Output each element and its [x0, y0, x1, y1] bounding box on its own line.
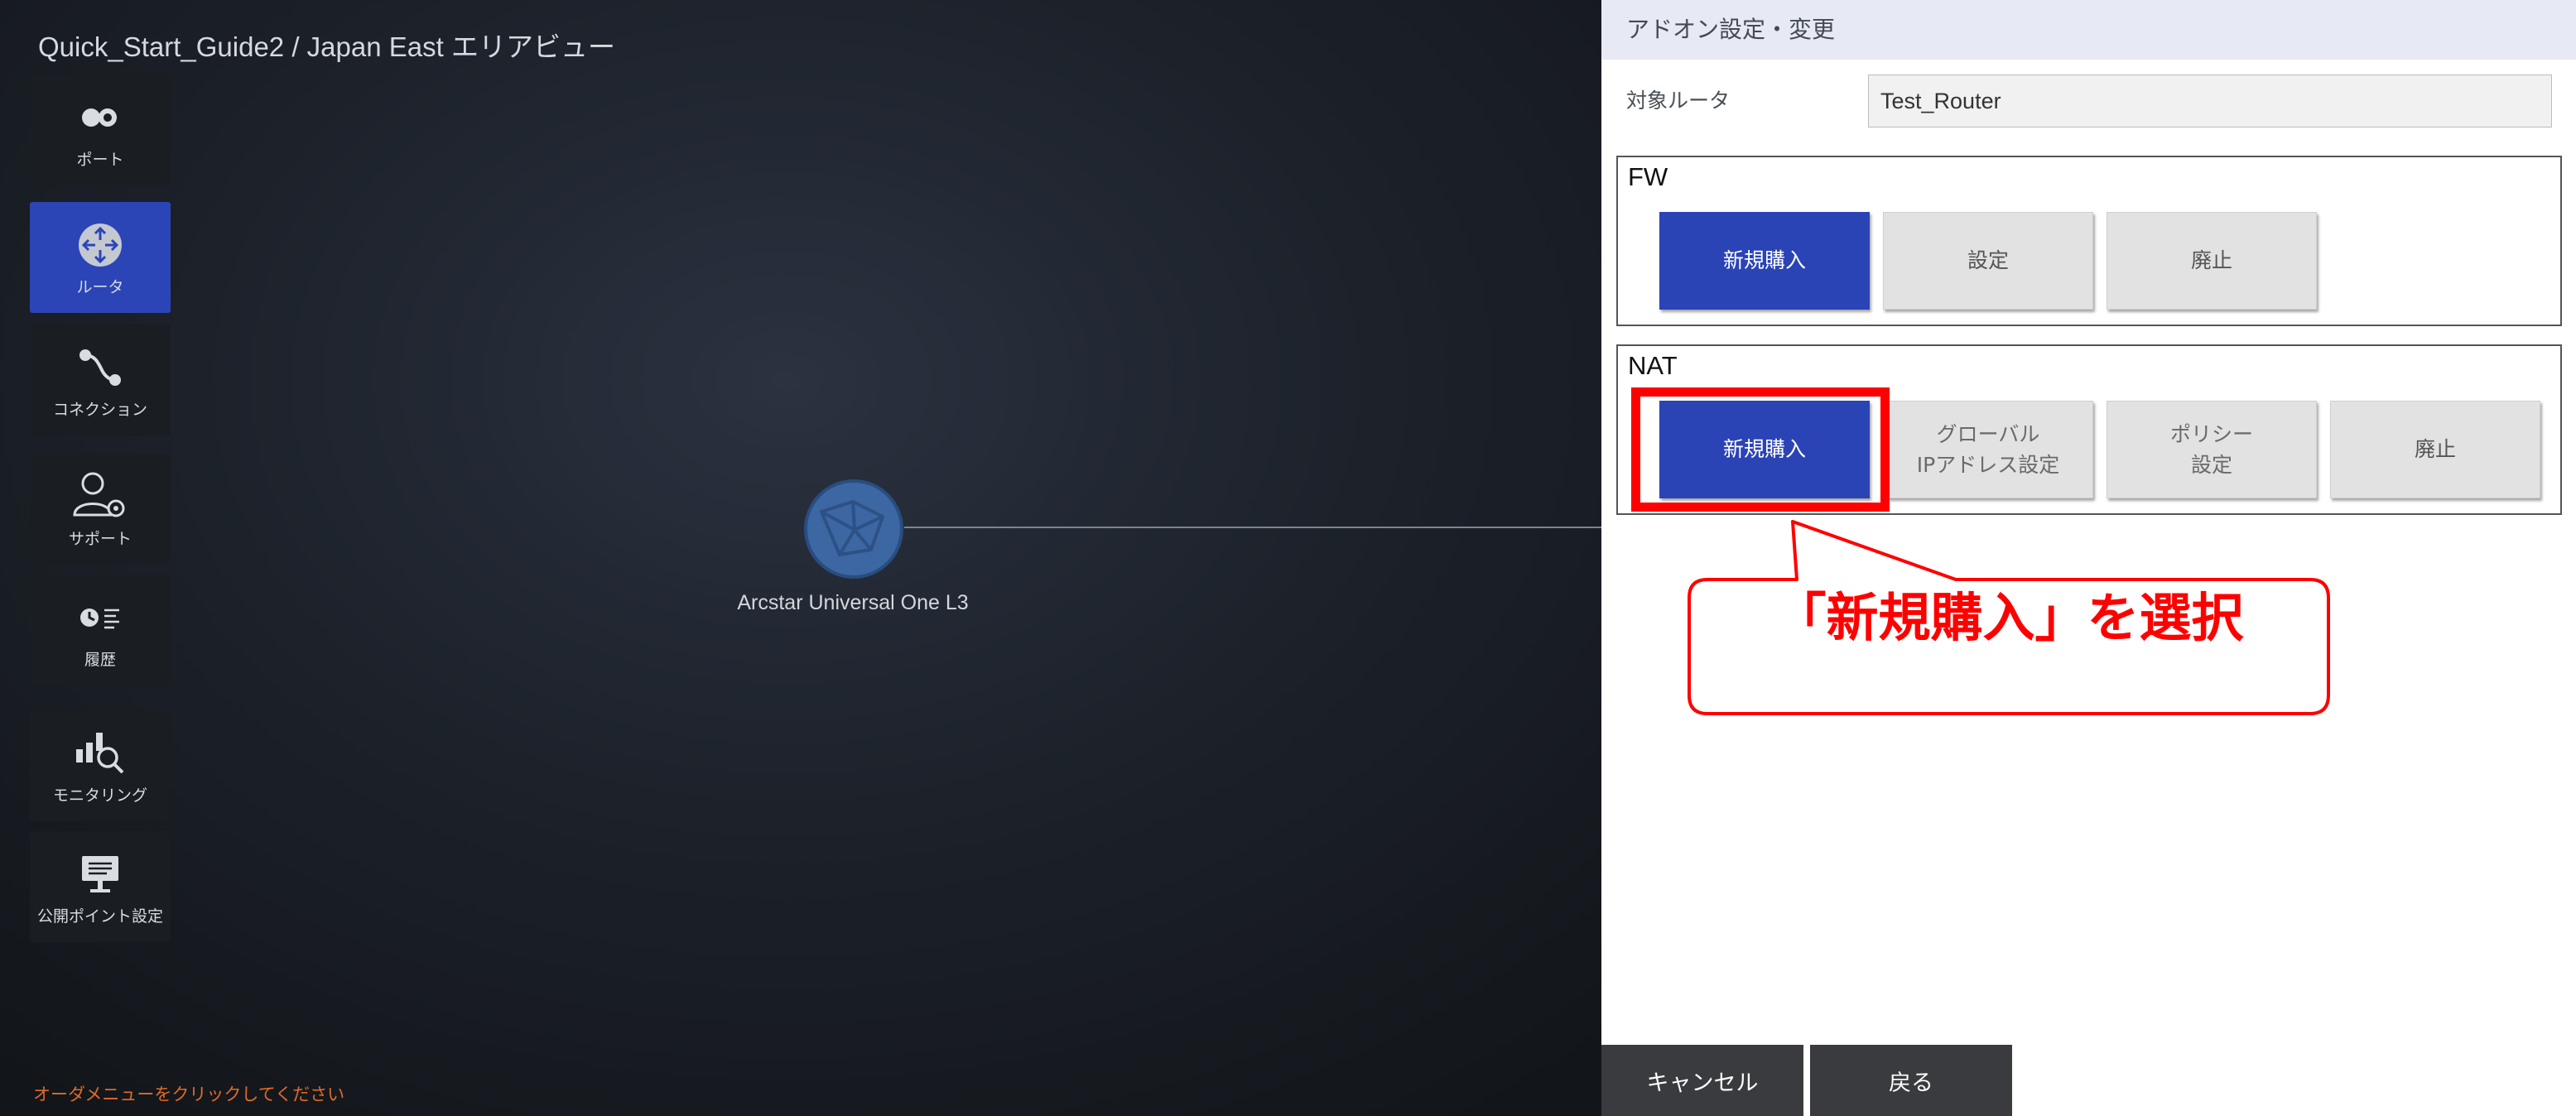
sidebar-item-label: コネクション — [52, 400, 147, 419]
back-button[interactable]: 戻る — [1810, 1045, 2012, 1116]
area-view-map: Quick_Start_Guide2 / Japan East エリアビュー ポ… — [0, 0, 1601, 1116]
connection-line — [904, 527, 1601, 528]
sidebar-item-support[interactable]: サポート — [30, 454, 171, 565]
network-node-label: Arcstar Universal One L3 — [737, 591, 969, 614]
sidebar-item-history[interactable]: 履歴 — [30, 575, 171, 685]
sidebar-item-router[interactable]: ルータ — [30, 202, 171, 313]
sidebar-item-label: 公開ポイント設定 — [36, 907, 163, 926]
target-router-field[interactable]: Test_Router — [1868, 75, 2552, 127]
sidebar-item-monitoring[interactable]: モニタリング — [30, 710, 171, 821]
fw-abolish-button[interactable]: 廃止 — [2107, 212, 2317, 310]
fw-new-purchase-button[interactable]: 新規購入 — [1659, 212, 1870, 310]
nat-policy-settings-button[interactable]: ポリシー 設定 — [2107, 401, 2317, 498]
port-icon — [79, 91, 121, 144]
public-point-icon — [79, 848, 122, 901]
nat-global-ip-settings-button[interactable]: グローバル IPアドレス設定 — [1883, 401, 2093, 498]
sidebar-item-label: 履歴 — [84, 650, 116, 669]
nat-abolish-button[interactable]: 廃止 — [2330, 401, 2540, 498]
monitoring-icon — [73, 727, 128, 780]
router-icon — [77, 219, 123, 272]
sidebar-item-label: サポート — [68, 529, 132, 548]
sidebar-item-connection[interactable]: コネクション — [30, 325, 171, 435]
page-title: Quick_Start_Guide2 / Japan East エリアビュー — [38, 31, 615, 62]
connection-icon — [77, 341, 123, 394]
history-icon — [78, 591, 123, 644]
support-icon — [71, 470, 129, 523]
highlight-box — [1631, 387, 1890, 512]
cancel-button[interactable]: キャンセル — [1601, 1045, 1803, 1116]
fw-section: FW 新規購入 設定 廃止 — [1616, 156, 2562, 326]
fw-settings-button[interactable]: 設定 — [1883, 212, 2093, 310]
callout-text: 「新規購入」を選択 — [1774, 588, 2244, 648]
target-router-label: 対象ルータ — [1626, 89, 1731, 113]
hint-text: オーダメニューをクリックしてください — [33, 1085, 345, 1104]
sidebar-item-label: ポート — [76, 150, 124, 169]
network-node[interactable] — [803, 479, 904, 580]
fw-section-title: FW — [1628, 162, 1668, 191]
sidebar-item-label: モニタリング — [52, 786, 147, 805]
panel-title: アドオン設定・変更 — [1601, 0, 2576, 60]
sidebar-item-public-point[interactable]: 公開ポイント設定 — [30, 831, 171, 942]
sidebar-item-label: ルータ — [76, 277, 124, 296]
network-globe-icon — [804, 479, 903, 579]
sidebar-item-port[interactable]: ポート — [30, 75, 171, 185]
nat-section-title: NAT — [1628, 351, 1678, 380]
